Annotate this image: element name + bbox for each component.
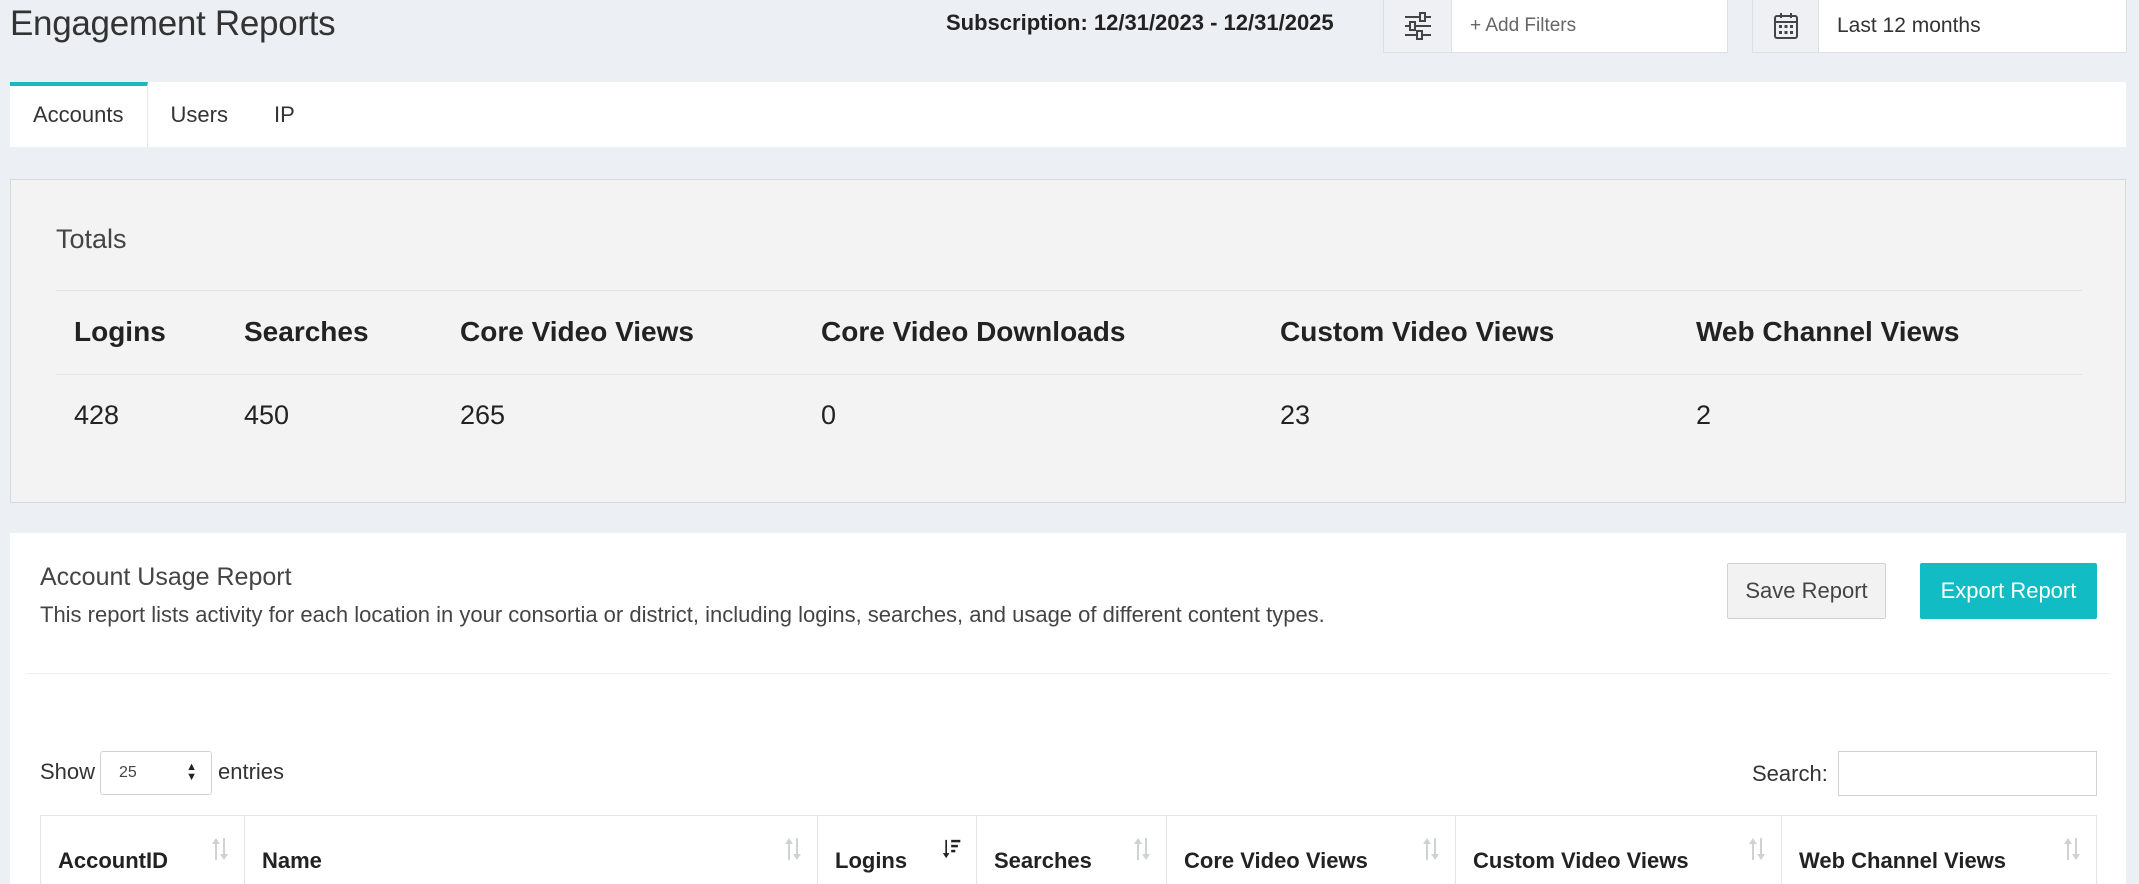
totals-value-logins: 428 — [74, 400, 120, 430]
save-report-button[interactable]: Save Report — [1727, 563, 1886, 619]
column-header-accountid[interactable]: AccountID — [41, 816, 245, 884]
sort-both-icon — [212, 838, 228, 860]
column-label: AccountID — [58, 847, 168, 873]
column-label: Name — [262, 847, 322, 873]
totals-value-searches: 450 — [244, 400, 290, 430]
report-description: This report lists activity for each loca… — [40, 602, 1325, 627]
totals-value-core-video-downloads: 0 — [821, 400, 837, 430]
totals-value-core-video-views: 265 — [460, 400, 506, 430]
divider — [26, 673, 2110, 674]
entries-value: 25 — [119, 764, 137, 781]
subscription-period: Subscription: 12/31/2023 - 12/31/2025 — [946, 10, 1334, 35]
report-tabs: Accounts Users IP — [10, 82, 2126, 147]
column-label: Searches — [994, 847, 1092, 873]
tab-users[interactable]: Users — [148, 82, 251, 147]
account-usage-report-panel: Account Usage Report This report lists a… — [10, 533, 2126, 884]
calendar-icon[interactable] — [1753, 0, 1819, 52]
sort-both-icon — [2064, 838, 2080, 860]
column-header-web-channel-views[interactable]: Web Channel Views — [1782, 816, 2096, 884]
date-range-picker[interactable]: Last 12 months — [1752, 0, 2127, 53]
column-header-core-video-views[interactable]: Core Video Views — [1167, 816, 1456, 884]
sort-both-icon — [1749, 838, 1765, 860]
date-range-value[interactable]: Last 12 months — [1819, 0, 1981, 52]
totals-value-web-channel-views: 2 — [1696, 400, 1712, 430]
totals-header-custom-video-views: Custom Video Views — [1280, 316, 1555, 347]
column-label: Logins — [835, 847, 908, 873]
sort-both-icon — [1423, 838, 1439, 860]
entries-per-page-select[interactable]: 25 ▲ ▼ — [100, 751, 212, 795]
totals-header-searches: Searches — [244, 316, 369, 347]
totals-title: Totals — [56, 224, 127, 254]
table-header: AccountID Name Logins Searches Core Vide… — [40, 815, 2097, 884]
tab-ip[interactable]: IP — [251, 82, 318, 147]
column-label: Custom Video Views — [1473, 847, 1689, 873]
page-title: Engagement Reports — [10, 4, 336, 43]
add-filters-input[interactable]: + Add Filters — [1452, 0, 1576, 52]
column-header-custom-video-views[interactable]: Custom Video Views — [1456, 816, 1782, 884]
tab-accounts[interactable]: Accounts — [10, 82, 148, 147]
totals-header-core-video-downloads: Core Video Downloads — [821, 316, 1126, 347]
select-arrows-icon: ▲ ▼ — [186, 761, 197, 783]
totals-header-core-video-views: Core Video Views — [460, 316, 694, 347]
search-label: Search: — [1752, 761, 1828, 786]
column-header-name[interactable]: Name — [245, 816, 818, 884]
totals-header-web-channel-views: Web Channel Views — [1696, 316, 1960, 347]
column-header-logins[interactable]: Logins — [818, 816, 977, 884]
column-label: Web Channel Views — [1799, 847, 2007, 873]
totals-header-logins: Logins — [74, 316, 166, 347]
sort-descending-icon — [942, 839, 961, 859]
sliders-icon[interactable] — [1384, 0, 1452, 52]
column-label: Core Video Views — [1184, 847, 1368, 873]
show-label: Show — [40, 759, 96, 784]
export-report-button[interactable]: Export Report — [1920, 563, 2097, 619]
totals-value-custom-video-views: 23 — [1280, 400, 1311, 430]
filter-control[interactable]: + Add Filters — [1383, 0, 1728, 53]
totals-panel: Totals Logins Searches Core Video Views … — [10, 179, 2126, 503]
divider — [56, 290, 2082, 291]
column-header-searches[interactable]: Searches — [977, 816, 1167, 884]
search-input[interactable] — [1838, 751, 2097, 796]
entries-label: entries — [218, 759, 285, 784]
report-title: Account Usage Report — [40, 563, 292, 591]
sort-both-icon — [785, 838, 801, 860]
sort-both-icon — [1134, 838, 1150, 860]
divider — [56, 374, 2082, 375]
